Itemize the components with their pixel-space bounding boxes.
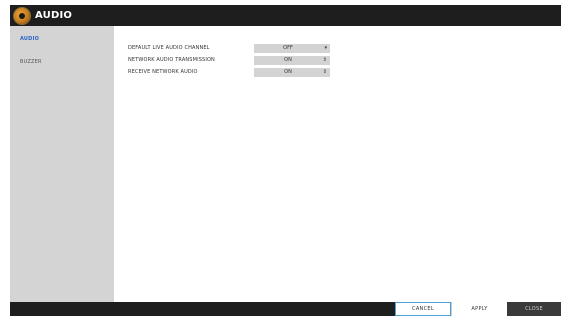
setting-label: DEFAULT LIVE AUDIO CHANNEL xyxy=(128,45,210,51)
network-audio-transmission-select[interactable]: ON ⇕ xyxy=(254,56,330,65)
close-button[interactable]: CLOSE xyxy=(507,302,561,316)
sidebar-item-audio[interactable]: AUDIO xyxy=(20,36,39,42)
audio-logo-icon xyxy=(13,6,31,25)
default-live-audio-channel-select[interactable]: OFF ▾ xyxy=(254,44,330,53)
up-down-arrow-icon: ⇕ xyxy=(322,57,327,63)
sidebar-item-buzzer[interactable]: BUZZER xyxy=(20,59,42,65)
select-value: OFF xyxy=(283,45,293,51)
title-bar: AUDIO xyxy=(10,5,561,26)
select-value: ON xyxy=(284,69,292,75)
window-title: AUDIO xyxy=(35,10,73,21)
apply-button[interactable]: APPLY xyxy=(451,302,507,316)
sidebar: AUDIO BUZZER xyxy=(10,26,114,302)
cancel-button[interactable]: CANCEL xyxy=(395,302,451,316)
footer-bar: CANCEL APPLY CLOSE xyxy=(10,302,561,316)
setting-label: RECEIVE NETWORK AUDIO xyxy=(128,69,198,75)
up-down-arrow-icon: ⇕ xyxy=(322,69,327,75)
setting-row-receive-network-audio: RECEIVE NETWORK AUDIO ON ⇕ xyxy=(128,68,428,77)
receive-network-audio-select[interactable]: ON ⇕ xyxy=(254,68,330,77)
dropdown-arrow-icon: ▾ xyxy=(324,45,327,51)
select-value: ON xyxy=(284,57,292,63)
setting-row-default-live-audio-channel: DEFAULT LIVE AUDIO CHANNEL OFF ▾ xyxy=(128,44,428,53)
setting-row-network-audio-transmission: NETWORK AUDIO TRANSMISSION ON ⇕ xyxy=(128,56,428,65)
audio-settings-window: AUDIO AUDIO BUZZER DEFAULT LIVE AUDIO CH… xyxy=(0,0,571,320)
settings-panel: DEFAULT LIVE AUDIO CHANNEL OFF ▾ NETWORK… xyxy=(114,26,561,302)
setting-label: NETWORK AUDIO TRANSMISSION xyxy=(128,57,215,63)
